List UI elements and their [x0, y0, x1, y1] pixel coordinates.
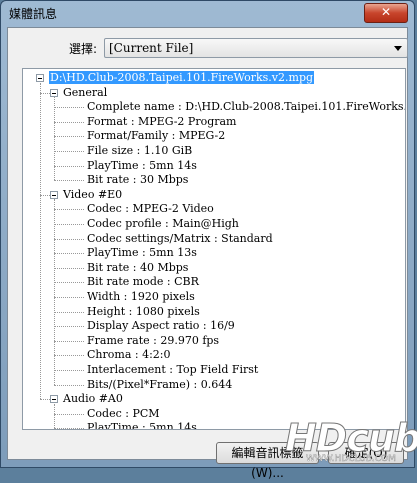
tree-connector: [54, 326, 84, 328]
tree-connector: [40, 82, 41, 400]
selected-file-value: [Current File]: [109, 41, 194, 55]
tree-connector: [54, 413, 84, 415]
tree-item-node[interactable]: Bit rate mode : CBR: [87, 275, 199, 288]
tree-connector: [54, 340, 84, 342]
tree-item-node[interactable]: Codec settings/Matrix : Standard: [87, 232, 273, 245]
tree-item-node[interactable]: Format : MPEG-2 Program: [87, 115, 237, 128]
file-select-dropdown[interactable]: [Current File]: [104, 38, 408, 58]
tree-connector: [54, 121, 84, 123]
tree-item-node[interactable]: Codec : PCM: [87, 407, 160, 420]
tree-connector: [54, 428, 84, 429]
tree-connector: [54, 267, 84, 269]
title-bar[interactable]: 媒體訊息 ✕: [1, 1, 414, 26]
file-selector-row: 選擇: [Current File]: [8, 36, 408, 60]
tree-item-node[interactable]: Codec profile : Main@High: [87, 217, 239, 230]
tree-connector: [54, 403, 55, 429]
tree-connector: [54, 165, 84, 167]
tree-connector: [54, 253, 84, 255]
tree-item-node[interactable]: Frame rate : 29.970 fps: [87, 334, 219, 347]
tree-connector: [54, 97, 55, 181]
tree-item-node[interactable]: Format/Family : MPEG-2: [87, 129, 225, 142]
tree-item-node[interactable]: PlayTime : 5mn 14s: [87, 421, 197, 429]
tree-root-node[interactable]: D:\HD.Club-2008.Taipei.101.FireWorks.v2.…: [49, 71, 315, 84]
tree-connector: [54, 224, 84, 225]
tree-item-node[interactable]: Height : 1080 pixels: [87, 305, 200, 318]
tree-item-node[interactable]: Codec : MPEG-2 Video: [87, 202, 214, 215]
hdclub-watermark: High Definition Vision Club HDcub WWW.HD…: [260, 402, 417, 468]
dialog-client-area: 選擇: [Current File] D:\HD.Club-2008.Taipe…: [7, 27, 408, 480]
tree-connector: [54, 370, 84, 371]
tree-connector: [54, 107, 84, 109]
media-info-tree[interactable]: D:\HD.Club-2008.Taipei.101.FireWorks.v2.…: [22, 68, 406, 430]
tree-collapse-icon[interactable]: [50, 395, 58, 404]
tree-connector: [54, 151, 84, 152]
watermark-url: WWW.HDCLUB.COM: [306, 454, 396, 464]
tree-connector: [54, 311, 84, 313]
tree-connector: [54, 384, 84, 386]
tree-item-node[interactable]: Display Aspect ratio : 16/9: [87, 319, 235, 332]
window-title: 媒體訊息: [9, 7, 58, 21]
tree-item-node[interactable]: PlayTime : 5mn 13s: [87, 246, 197, 259]
tree-connector: [54, 199, 55, 385]
tree-item-node[interactable]: Interlacement : Top Field First: [87, 363, 258, 376]
tree-connector: [54, 209, 84, 211]
tree-connector: [54, 282, 84, 284]
tree-connector: [54, 355, 84, 357]
tree-connector: [54, 180, 84, 182]
chevron-down-icon: [394, 46, 402, 51]
tree-connector: [54, 238, 84, 240]
tree-section-node[interactable]: Video #E0: [63, 188, 122, 201]
tree-connector: [54, 297, 84, 298]
tree-root-label: D:\HD.Club-2008.Taipei.101.FireWorks.v2.…: [49, 71, 315, 84]
tree-item-node[interactable]: File size : 1.10 GiB: [87, 144, 192, 157]
tree-collapse-icon[interactable]: [50, 88, 58, 97]
tree-section-node[interactable]: General: [63, 86, 107, 99]
close-button[interactable]: ✕: [364, 3, 408, 23]
tree-section-node[interactable]: Audio #A0: [63, 392, 123, 405]
tree-item-node[interactable]: Bits/(Pixel*Frame) : 0.644: [87, 378, 232, 391]
tree-item-node[interactable]: Bit rate : 30 Mbps: [87, 173, 188, 186]
tree-connector: [54, 136, 84, 138]
tree-collapse-icon[interactable]: [50, 190, 58, 199]
tree-item-node[interactable]: PlayTime : 5mn 14s: [87, 159, 197, 172]
tree-collapse-icon[interactable]: [36, 74, 44, 82]
tree-item-node[interactable]: Chroma : 4:2:0: [87, 348, 170, 361]
media-info-dialog: 媒體訊息 ✕ 選擇: [Current File] D:\HD.Club-200…: [0, 0, 415, 480]
tree-item-node[interactable]: Complete name : D:\HD.Club-2008.Taipei.1…: [87, 100, 405, 113]
selector-label: 選擇:: [69, 42, 98, 56]
tree-item-node[interactable]: Width : 1920 pixels: [87, 290, 195, 303]
tree-item-node[interactable]: Bit rate : 40 Mbps: [87, 261, 188, 274]
